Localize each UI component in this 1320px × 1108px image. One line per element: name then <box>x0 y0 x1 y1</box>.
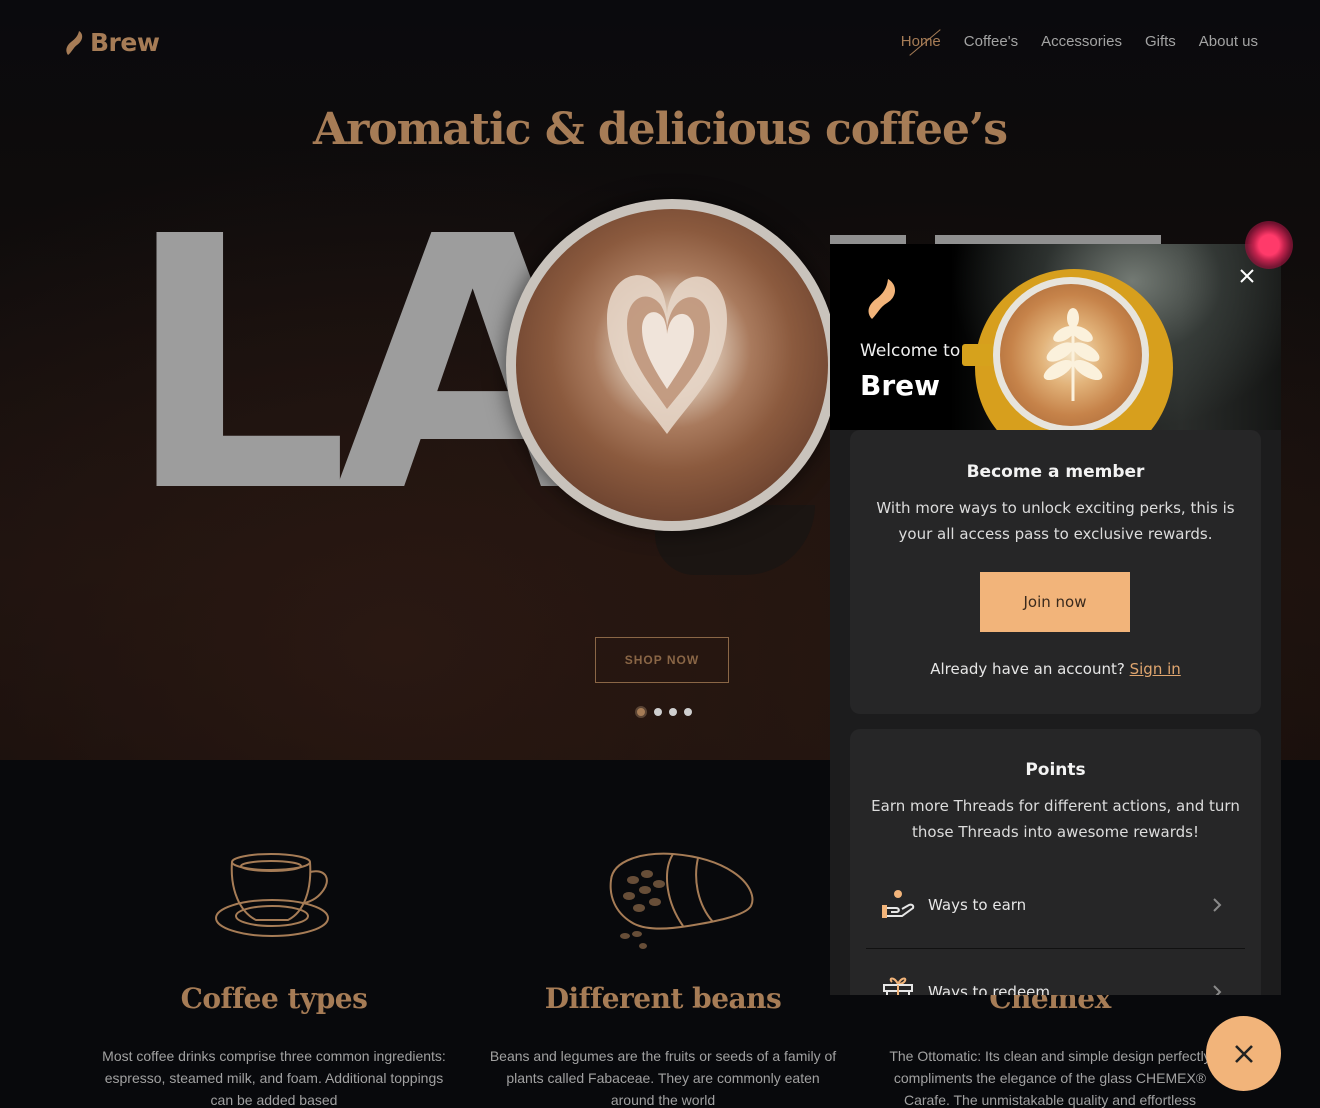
site-logo[interactable]: Brew <box>64 28 160 57</box>
latte-heart-art <box>607 275 727 434</box>
signin-prompt-text: Already have an account? <box>930 660 1125 678</box>
nav-item-accessories[interactable]: Accessories <box>1041 33 1122 50</box>
divider <box>866 948 1245 949</box>
carousel-dots <box>635 706 692 718</box>
nav-item-about-us[interactable]: About us <box>1199 33 1258 50</box>
shop-now-button[interactable]: SHOP NOW <box>595 637 729 683</box>
ways-to-earn-item[interactable]: Ways to earn <box>866 875 1245 935</box>
signin-prompt: Already have an account? Sign in <box>850 660 1261 678</box>
member-card-description: With more ways to unlock exciting perks,… <box>876 499 1235 543</box>
feature-text: Beans and legumes are the fruits or seed… <box>489 1048 837 1108</box>
ways-to-redeem-item[interactable]: Ways to redeem <box>866 962 1245 995</box>
coffee-cup-sketch-icon <box>215 853 329 937</box>
close-icon[interactable] <box>1236 266 1258 288</box>
recording-indicator-icon <box>1245 221 1293 269</box>
coffee-bean-sack-sketch-icon <box>609 852 754 949</box>
rewards-popup: Welcome to Brew Become a member With mor… <box>830 244 1281 995</box>
photo-latte-leaf-art <box>1043 308 1103 401</box>
rewards-launcher-button[interactable] <box>1206 1016 1281 1091</box>
latte-cup-image <box>506 199 838 531</box>
chevron-right-icon <box>1213 985 1222 995</box>
join-now-button[interactable]: Join now <box>980 572 1130 632</box>
carousel-dot-3[interactable] <box>669 708 677 716</box>
chevron-right-icon <box>1213 898 1222 912</box>
nav-item-gifts[interactable]: Gifts <box>1145 33 1176 50</box>
ways-to-earn-label: Ways to earn <box>928 896 1027 914</box>
hero-title: Aromatic & delicious coffee’s <box>312 104 1008 155</box>
feature-text: Most coffee drinks comprise three common… <box>102 1048 446 1108</box>
hand-coin-icon <box>882 890 915 918</box>
points-card: Points Earn more Threads for different a… <box>850 729 1261 995</box>
main-nav: Home Coffee's Accessories Gifts About us <box>901 33 1258 50</box>
feature-title: Coffee types <box>180 982 368 1015</box>
popup-brand-name: Brew <box>860 369 941 402</box>
gift-icon <box>883 977 913 995</box>
logo-text: Brew <box>90 28 160 57</box>
carousel-dot-2[interactable] <box>654 708 662 716</box>
popup-header: Welcome to Brew <box>830 244 1281 430</box>
sign-in-link[interactable]: Sign in <box>1130 660 1181 678</box>
nav-item-home[interactable]: Home <box>901 33 941 50</box>
points-card-title: Points <box>1025 760 1086 780</box>
feature-title: Different beans <box>544 982 782 1015</box>
feature-text: The Ottomatic: Its clean and simple desi… <box>889 1048 1211 1108</box>
carousel-dot-1[interactable] <box>635 706 647 718</box>
carousel-dot-4[interactable] <box>684 708 692 716</box>
nav-item-coffees[interactable]: Coffee's <box>964 33 1018 50</box>
bean-flame-logo-icon <box>66 30 83 55</box>
member-card: Become a member With more ways to unlock… <box>850 430 1261 714</box>
points-card-description: Earn more Threads for different actions,… <box>871 797 1240 841</box>
close-icon <box>1234 1044 1253 1063</box>
ways-to-redeem-label: Ways to redeem <box>928 983 1051 995</box>
member-card-title: Become a member <box>966 462 1145 482</box>
popup-welcome-text: Welcome to <box>860 341 961 361</box>
bean-flame-logo-icon <box>868 279 896 319</box>
